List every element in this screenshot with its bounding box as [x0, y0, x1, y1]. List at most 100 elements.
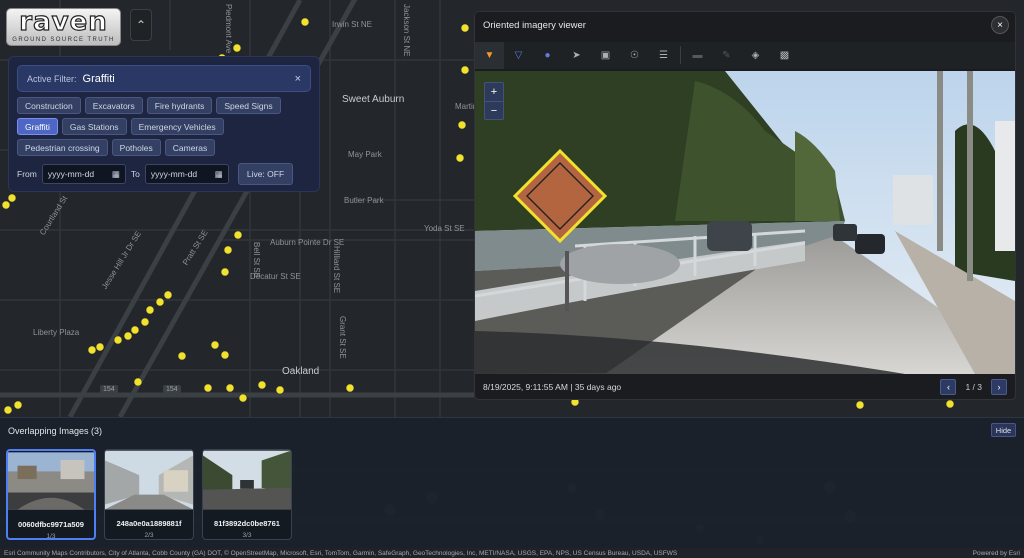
chevron-left-icon: ‹: [946, 381, 950, 392]
sliders-icon: ☰: [659, 50, 668, 61]
thumbnail-page: 1/3: [46, 533, 56, 540]
coverage-tool-button[interactable]: ▼: [475, 42, 504, 69]
thumbnail-card[interactable]: 0060dfbc9971a509 1/3: [6, 449, 96, 540]
thumbnail-image: [203, 450, 291, 510]
chevron-up-icon: ⌃: [135, 18, 147, 32]
filter-chip-potholes[interactable]: Potholes: [111, 139, 161, 156]
active-filter-label: Active Filter:: [27, 73, 77, 84]
viewer-title: Oriented imagery viewer: [483, 20, 586, 31]
export-button[interactable]: ▩: [770, 42, 799, 69]
filter-chip-emergency-vehicles[interactable]: Emergency Vehicles: [130, 118, 224, 135]
viewer-toolbar: ▼ ▽ ● ➤ ▣ ☉ ☰ ▬ ✎ ◈ ▩: [475, 42, 1015, 69]
ruler-icon: ▬: [692, 50, 703, 61]
compass-icon: ☉: [630, 50, 639, 61]
street-image[interactable]: + −: [475, 71, 1015, 374]
measure-button[interactable]: ▬: [683, 42, 712, 69]
images-icon: ▣: [600, 50, 611, 61]
map-label-bell: Bell St SE: [252, 242, 261, 279]
thumbnail-page: 2/3: [144, 532, 154, 539]
filter-chip-fire-hydrants[interactable]: Fire hydrants: [146, 97, 213, 114]
layers-icon: ◈: [751, 50, 760, 61]
street-photo-graphic: [475, 71, 1015, 374]
thumbnail-card[interactable]: 248a0e0a1889881f 2/3: [104, 449, 194, 540]
raven-logo: raven GROUND SOURCE TRUTH: [6, 8, 121, 46]
image-zoom-control: + −: [484, 82, 504, 120]
overlapping-images-title: Overlapping Images (3): [8, 426, 103, 436]
filter-chip-gas-stations[interactable]: Gas Stations: [61, 118, 127, 135]
filter-chip-cameras[interactable]: Cameras: [164, 139, 216, 156]
close-icon: ×: [997, 19, 1003, 31]
zoom-in-button[interactable]: +: [485, 83, 503, 101]
chevron-right-icon: ›: [997, 381, 1001, 392]
navigate-icon: ➤: [572, 50, 581, 61]
cone-icon: ▼: [484, 50, 495, 61]
footprint-icon: ▽: [514, 50, 523, 61]
map-label-grant: Grant St SE: [338, 316, 347, 359]
compass-button[interactable]: ☉: [620, 42, 649, 69]
map-label-irwin: Irwin St NE: [332, 20, 373, 29]
to-date-placeholder: yyyy-mm-dd: [150, 169, 198, 179]
zoom-out-button[interactable]: −: [485, 101, 503, 119]
previous-image-button[interactable]: ‹: [940, 378, 957, 395]
from-date-input[interactable]: yyyy-mm-dd ▦: [41, 164, 126, 184]
filter-chips: Construction Excavators Fire hydrants Speed…: [17, 97, 317, 156]
map-label-sweet-auburn: Sweet Auburn: [342, 94, 405, 105]
overlapping-images-panel: Overlapping Images (3) Hide 0060dfbc9971…: [0, 417, 1024, 548]
oriented-imagery-viewer: Oriented imagery viewer × ▼ ▽ ● ➤ ▣ ☉ ☰ …: [474, 11, 1016, 400]
map-label-oakland: Oakland: [282, 366, 320, 377]
image-gallery-button[interactable]: ▣: [591, 42, 620, 69]
edit-icon: ✎: [722, 50, 731, 61]
toolbar-separator: [680, 46, 681, 64]
route-shield: 154: [100, 385, 118, 394]
next-image-button[interactable]: ›: [991, 378, 1007, 395]
image-page-count: 1 / 3: [965, 381, 982, 392]
camera-location-button[interactable]: ▽: [504, 42, 533, 69]
thumbnail-id: 248a0e0a1889881f: [116, 519, 182, 528]
to-date-input[interactable]: yyyy-mm-dd ▦: [144, 164, 229, 184]
from-date-placeholder: yyyy-mm-dd: [47, 169, 95, 179]
filter-panel: Active Filter: Graffiti × Construction Ex…: [8, 56, 320, 192]
logo-brand: raven: [19, 7, 108, 37]
to-label: To: [130, 169, 140, 179]
navigation-button[interactable]: ➤: [562, 42, 591, 69]
thumbnail-list: 0060dfbc9971a509 1/3 248a0e0a1889881f 2/…: [6, 449, 292, 540]
map-label-yoda: Yoda St SE: [424, 224, 465, 233]
image-timestamp: 8/19/2025, 9:11:55 AM | 35 days ago: [483, 381, 622, 392]
thumbnail-image: [8, 452, 94, 510]
map-attribution: Esri Community Maps Contributors, City o…: [0, 548, 1024, 558]
thumbnail-page: 3/3: [242, 532, 252, 539]
map-label-jackson: Jackson St NE: [402, 4, 411, 57]
hide-panel-button[interactable]: Hide: [991, 423, 1016, 437]
thumbnail-id: 81f3892dc0be8761: [214, 519, 280, 528]
clear-filter-icon[interactable]: ×: [295, 73, 301, 85]
point-marker-button[interactable]: ●: [533, 42, 562, 69]
active-filter-value: Graffiti: [82, 72, 115, 85]
layers-button[interactable]: ◈: [741, 42, 770, 69]
filter-chip-construction[interactable]: Construction: [17, 97, 81, 114]
map-label-butler-park: Butler Park: [344, 196, 384, 205]
filter-chip-graffiti[interactable]: Graffiti: [17, 118, 58, 135]
adjust-button[interactable]: ☰: [649, 42, 678, 69]
thumbnail-card[interactable]: 81f3892dc0be8761 3/3: [202, 449, 292, 540]
circle-icon: ●: [544, 50, 551, 61]
collapse-panel-button[interactable]: ⌃: [130, 9, 152, 41]
map-label-liberty-plaza: Liberty Plaza: [33, 328, 80, 337]
date-range-row: From yyyy-mm-dd ▦ To yyyy-mm-dd ▦ Live: …: [17, 163, 294, 185]
filter-chip-pedestrian-crossing[interactable]: Pedestrian crossing: [17, 139, 108, 156]
live-toggle-button[interactable]: Live: OFF: [237, 163, 294, 185]
filter-chip-speed-signs[interactable]: Speed Signs: [216, 97, 281, 114]
edit-button[interactable]: ✎: [712, 42, 741, 69]
export-icon: ▩: [779, 50, 790, 61]
from-label: From: [17, 169, 37, 179]
close-viewer-button[interactable]: ×: [991, 16, 1009, 34]
thumbnail-id: 0060dfbc9971a509: [18, 520, 84, 529]
calendar-icon: ▦: [214, 168, 223, 179]
powered-by-esri[interactable]: Powered by Esri: [973, 550, 1020, 557]
filter-chip-excavators[interactable]: Excavators: [84, 97, 143, 114]
calendar-icon: ▦: [111, 168, 120, 179]
viewer-footer: 8/19/2025, 9:11:55 AM | 35 days ago ‹ 1 …: [475, 374, 1015, 399]
map-label-may-park: May Park: [348, 150, 382, 159]
thumbnail-image: [105, 450, 193, 510]
route-shield: 154: [163, 385, 181, 394]
active-filter-bar: Active Filter: Graffiti ×: [17, 65, 311, 92]
